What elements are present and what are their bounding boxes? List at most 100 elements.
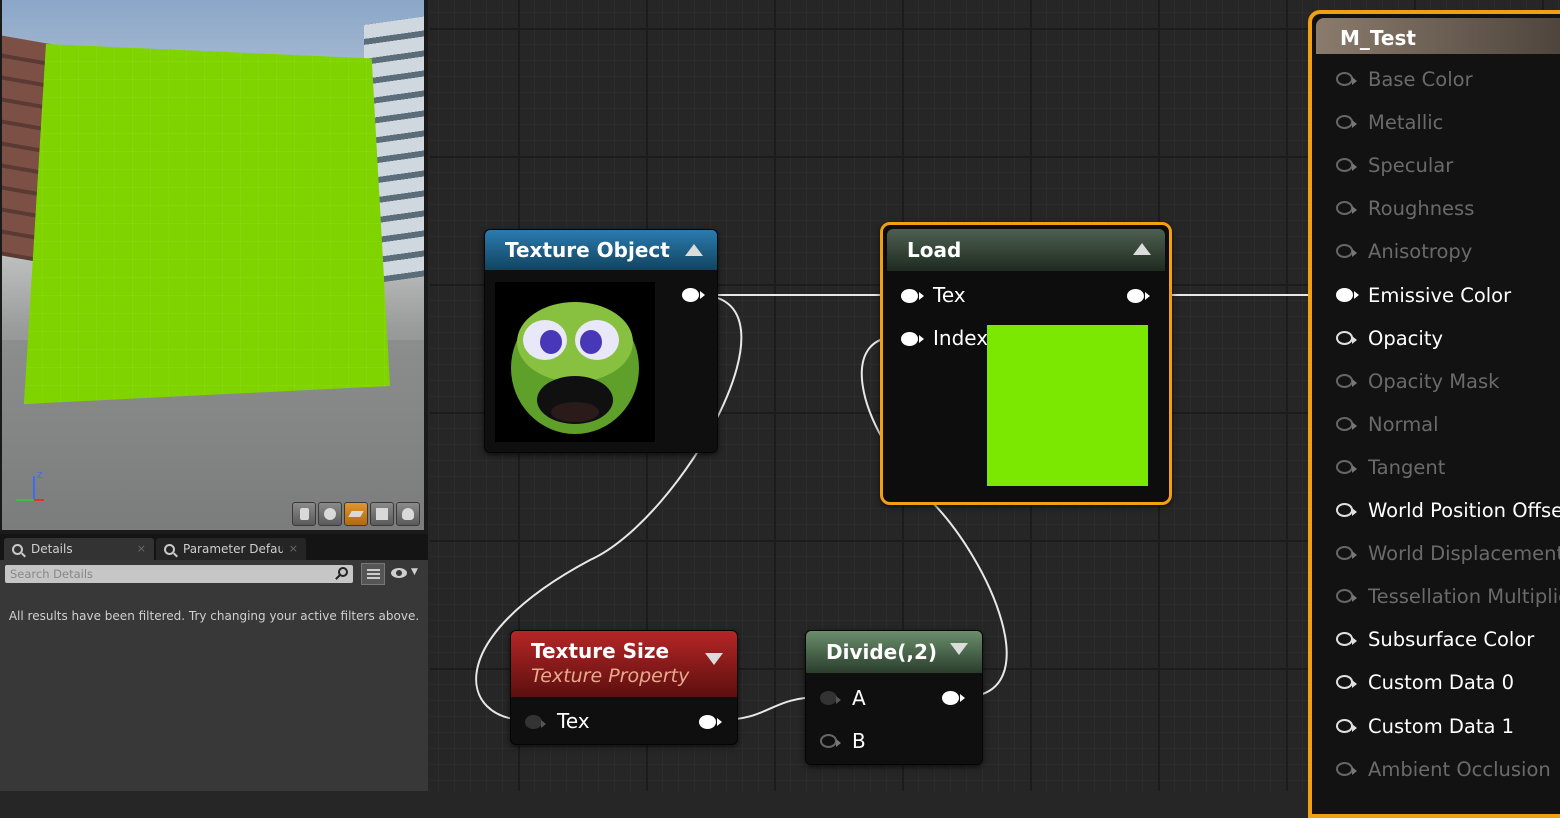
view-options-button[interactable]: ▼	[391, 566, 421, 582]
material-title: M_Test	[1340, 26, 1416, 50]
load-index-input-pin[interactable]	[901, 332, 924, 346]
load-title: Load	[907, 238, 962, 262]
material-input-label: Tessellation Multiplier	[1368, 585, 1560, 609]
material-input-pin[interactable]	[1336, 632, 1357, 647]
material-input-pin[interactable]	[1336, 459, 1357, 474]
material-input-label: Custom Data 0	[1368, 671, 1515, 695]
divide-b-input-pin[interactable]	[820, 734, 841, 748]
details-panel: Search Details ▼ All results have been f…	[0, 560, 428, 791]
search-icon[interactable]	[338, 567, 348, 577]
divide-node[interactable]: Divide(,2) A B	[805, 630, 983, 765]
material-input-label: Tangent	[1368, 455, 1446, 479]
material-header[interactable]: M_Test	[1316, 18, 1560, 54]
cylinder-preview-button[interactable]	[292, 502, 316, 526]
tab-details-close-icon[interactable]: ×	[137, 542, 146, 555]
material-input-label: Anisotropy	[1368, 240, 1473, 264]
tab-parameter-defaults[interactable]: Parameter Defaults ×	[156, 538, 306, 560]
load-preview-swatch	[987, 325, 1148, 486]
texture-size-tex-input-pin[interactable]	[525, 715, 546, 729]
tab-details[interactable]: Details ×	[4, 538, 154, 560]
teapot-icon	[402, 508, 414, 520]
material-input-pin[interactable]	[1336, 675, 1357, 690]
texture-object-node[interactable]: Texture Object	[484, 229, 718, 453]
tab-parameter-defaults-close-icon[interactable]: ×	[289, 542, 298, 555]
material-graph-editor[interactable]: Texture Object Load Tex Index Texture Si…	[430, 0, 1560, 818]
left-panel: Z Details × Parameter Defaults × Search …	[0, 0, 428, 791]
sphere-preview-button[interactable]	[318, 502, 342, 526]
chevron-down-icon: ▼	[411, 567, 418, 577]
texture-thumbnail	[495, 282, 655, 442]
material-input-pin[interactable]	[1336, 287, 1359, 302]
material-input-pin[interactable]	[1336, 373, 1357, 388]
texture-object-output-pin[interactable]	[682, 288, 705, 302]
material-input-pin[interactable]	[1336, 72, 1357, 86]
cube-preview-button[interactable]	[370, 502, 394, 526]
material-input-pin[interactable]	[1336, 503, 1357, 517]
axis-gizmo-icon: Z	[16, 471, 44, 501]
material-result-node[interactable]: M_Test Base Color Metallic Specular Roughne…	[1308, 10, 1560, 818]
collapse-down-icon[interactable]	[705, 653, 723, 665]
tab-details-label: Details	[31, 542, 73, 556]
material-input-pin[interactable]	[1336, 201, 1357, 216]
material-input-pin[interactable]	[1336, 416, 1357, 431]
load-tex-input-pin[interactable]	[901, 289, 924, 303]
material-input-label: World Displacement	[1368, 542, 1560, 566]
search-details-input[interactable]: Search Details	[5, 565, 353, 583]
load-output-pin[interactable]	[1127, 289, 1150, 303]
material-input-pin[interactable]	[1336, 761, 1357, 776]
material-input-pin[interactable]	[1336, 546, 1357, 561]
divide-a-input-label: A	[852, 686, 866, 710]
svg-text:Z: Z	[37, 471, 43, 480]
plane-preview-button[interactable]	[344, 502, 368, 526]
property-matrix-button[interactable]	[361, 563, 385, 585]
material-preview-viewport[interactable]: Z	[2, 0, 424, 530]
load-node[interactable]: Load Tex Index	[880, 222, 1172, 505]
preview-plane-mesh	[24, 44, 390, 404]
material-input-pin[interactable]	[1336, 115, 1357, 130]
material-input-label: Base Color	[1368, 68, 1473, 91]
material-input-pin[interactable]	[1336, 330, 1357, 345]
texture-object-header[interactable]: Texture Object	[485, 230, 717, 270]
panel-tab-bar: Details × Parameter Defaults ×	[0, 534, 428, 560]
tab-parameter-defaults-label: Parameter Defaults	[183, 542, 283, 556]
texture-size-header[interactable]: Texture Size Texture Property	[511, 631, 737, 697]
material-input-pin[interactable]	[1336, 158, 1357, 173]
material-input-label: Metallic	[1368, 111, 1444, 135]
material-input-pin[interactable]	[1336, 718, 1357, 733]
collapse-down-icon[interactable]	[950, 643, 968, 655]
divide-title: Divide(,2)	[826, 640, 938, 664]
material-input-label: Emissive Color	[1368, 283, 1512, 307]
preview-mesh-toolbar	[292, 502, 420, 526]
cylinder-icon	[299, 508, 309, 520]
texture-size-output-pin[interactable]	[699, 715, 722, 729]
collapse-up-icon[interactable]	[685, 244, 703, 256]
texture-size-subtitle: Texture Property	[531, 665, 690, 687]
divide-header[interactable]: Divide(,2)	[806, 631, 982, 673]
eye-icon	[391, 568, 407, 578]
texture-size-tex-input-label: Tex	[557, 709, 590, 733]
divide-output-pin[interactable]	[942, 691, 965, 705]
teapot-preview-button[interactable]	[396, 502, 420, 526]
material-input-pin[interactable]	[1336, 244, 1357, 259]
load-tex-input-label: Tex	[933, 283, 966, 307]
sphere-icon	[324, 508, 336, 520]
load-header[interactable]: Load	[887, 229, 1165, 271]
plane-icon	[348, 511, 364, 517]
texture-size-node[interactable]: Texture Size Texture Property Tex	[510, 630, 738, 745]
material-input-label: Normal	[1368, 412, 1439, 436]
material-input-label: Custom Data 1	[1368, 714, 1515, 738]
details-search-icon	[12, 543, 23, 555]
material-input-label: Roughness	[1368, 197, 1475, 221]
collapse-up-icon[interactable]	[1133, 243, 1151, 255]
divide-a-input-pin[interactable]	[820, 691, 841, 705]
material-input-label: Opacity Mask	[1368, 369, 1500, 393]
material-input-pin[interactable]	[1336, 589, 1357, 604]
material-input-label: Subsurface Color	[1368, 628, 1535, 652]
divide-b-input-label: B	[852, 729, 866, 753]
frog-face-icon	[511, 302, 639, 434]
load-index-input-label: Index	[933, 326, 989, 350]
texture-object-title: Texture Object	[505, 238, 670, 262]
parameter-search-icon	[164, 543, 175, 555]
cube-icon	[376, 508, 388, 520]
material-input-label: World Position Offset	[1368, 499, 1560, 522]
